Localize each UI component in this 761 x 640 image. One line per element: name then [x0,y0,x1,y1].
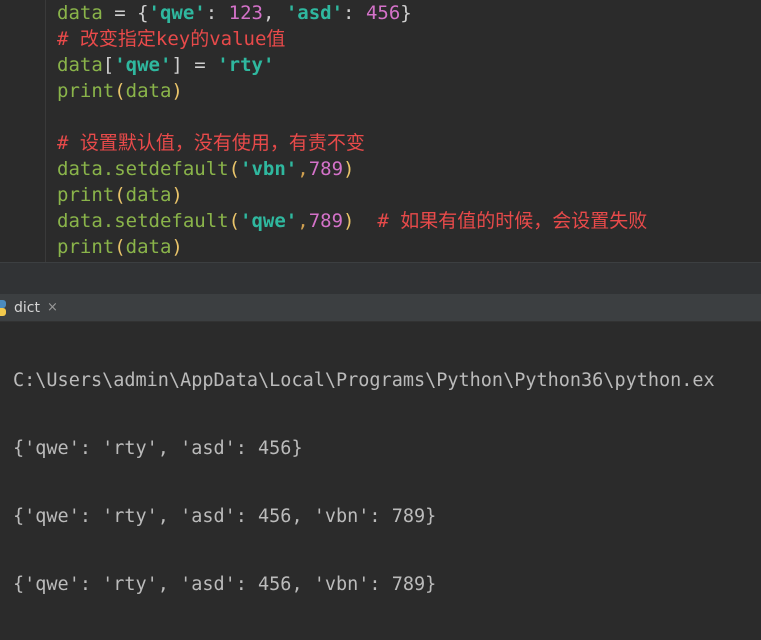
code-line[interactable]: data.setdefault('qwe',789) # 如果有值的时候，会设置… [57,208,647,234]
run-tab-label: dict [14,299,40,316]
code-token: , [297,210,309,232]
code-token: 789 [308,158,344,180]
code-token: # 设置默认值，没有使用，有责不变 [57,132,365,154]
code-token: 'rty' [217,54,275,76]
code-token: ) [343,158,355,180]
code-token: , [297,158,309,180]
code-line[interactable]: print(data) [57,182,647,208]
run-tab-dict[interactable]: dict × [0,294,66,321]
code-line[interactable]: print(data) [57,234,647,260]
code-token: data [125,184,172,206]
code-token: data [57,54,103,76]
code-token: 789 [308,210,344,232]
code-token: 456 [365,2,401,24]
code-token: } [400,2,412,24]
code-token: 'qwe' [114,54,172,76]
code-token: 'asd' [285,2,344,24]
code-token: ( [228,158,241,180]
code-line[interactable]: # 设置默认值，没有使用，有责不变 [57,130,647,156]
console-line: {'qwe': 'rty', 'asd': 456, 'vbn': 789} [13,506,437,527]
code-token: data.setdefault [57,158,229,180]
code-token: 123 [228,2,263,24]
code-editor[interactable]: data = {'qwe': 123, 'asd': 456} # 改变指定key… [0,0,761,262]
code-token: print [57,184,115,206]
console-line: {'qwe': 'rty', 'asd': 456, 'vbn': 789} [13,574,437,595]
code-token: ( [114,236,126,258]
console-line: {'qwe': 'rty', 'asd': 456} [13,438,303,459]
code-token: # 改变指定key的value值 [57,28,286,50]
code-token: ] = [171,54,218,76]
code-line[interactable]: data['qwe'] = 'rty' [57,52,647,78]
code-token: print [57,236,115,258]
code-token: 'qwe' [148,2,206,24]
code-token: ( [114,80,126,102]
code-token: data [125,80,172,102]
code-token: ) [171,184,183,206]
code-token: = { [102,2,149,24]
code-token: ) [171,80,183,102]
code-token: ( [114,184,126,206]
code-token: data [57,2,103,24]
code-line[interactable]: data = {'qwe': 123, 'asd': 456} [57,0,647,26]
code-line[interactable]: # 改变指定key的value值 [57,26,647,52]
code-token: 'qwe' [240,210,298,232]
code-token: , [262,2,286,24]
code-token: # 如果有值的时候，会设置失败 [354,210,648,232]
code-token: : [205,2,229,24]
python-icon [0,298,10,318]
code-line[interactable]: print(data) [57,78,647,104]
console-output: C:\Users\admin\AppData\Local\Programs\Py… [13,326,715,640]
code-token: print [57,80,115,102]
code-token: : [343,2,366,24]
code-token: 'vbn' [240,158,298,180]
code-line[interactable] [57,104,647,130]
code-token: data [125,236,172,258]
run-panel: dict × C:\Users\admin\AppData\Local\Prog… [0,294,761,595]
code-token: ) [171,236,183,258]
code-line[interactable]: data.setdefault('vbn',789) [57,156,647,182]
code-token: ) [343,210,355,232]
code-token: data.setdefault [57,210,229,232]
close-icon[interactable]: × [47,300,58,315]
panel-separator[interactable] [0,262,761,295]
code-token: [ [102,54,115,76]
gutter-divider [45,0,46,262]
code-area[interactable]: data = {'qwe': 123, 'asd': 456} # 改变指定key… [57,0,647,260]
run-tab-bar: dict × [0,294,761,322]
console-line: C:\Users\admin\AppData\Local\Programs\Py… [13,370,715,391]
code-token: ( [228,210,241,232]
